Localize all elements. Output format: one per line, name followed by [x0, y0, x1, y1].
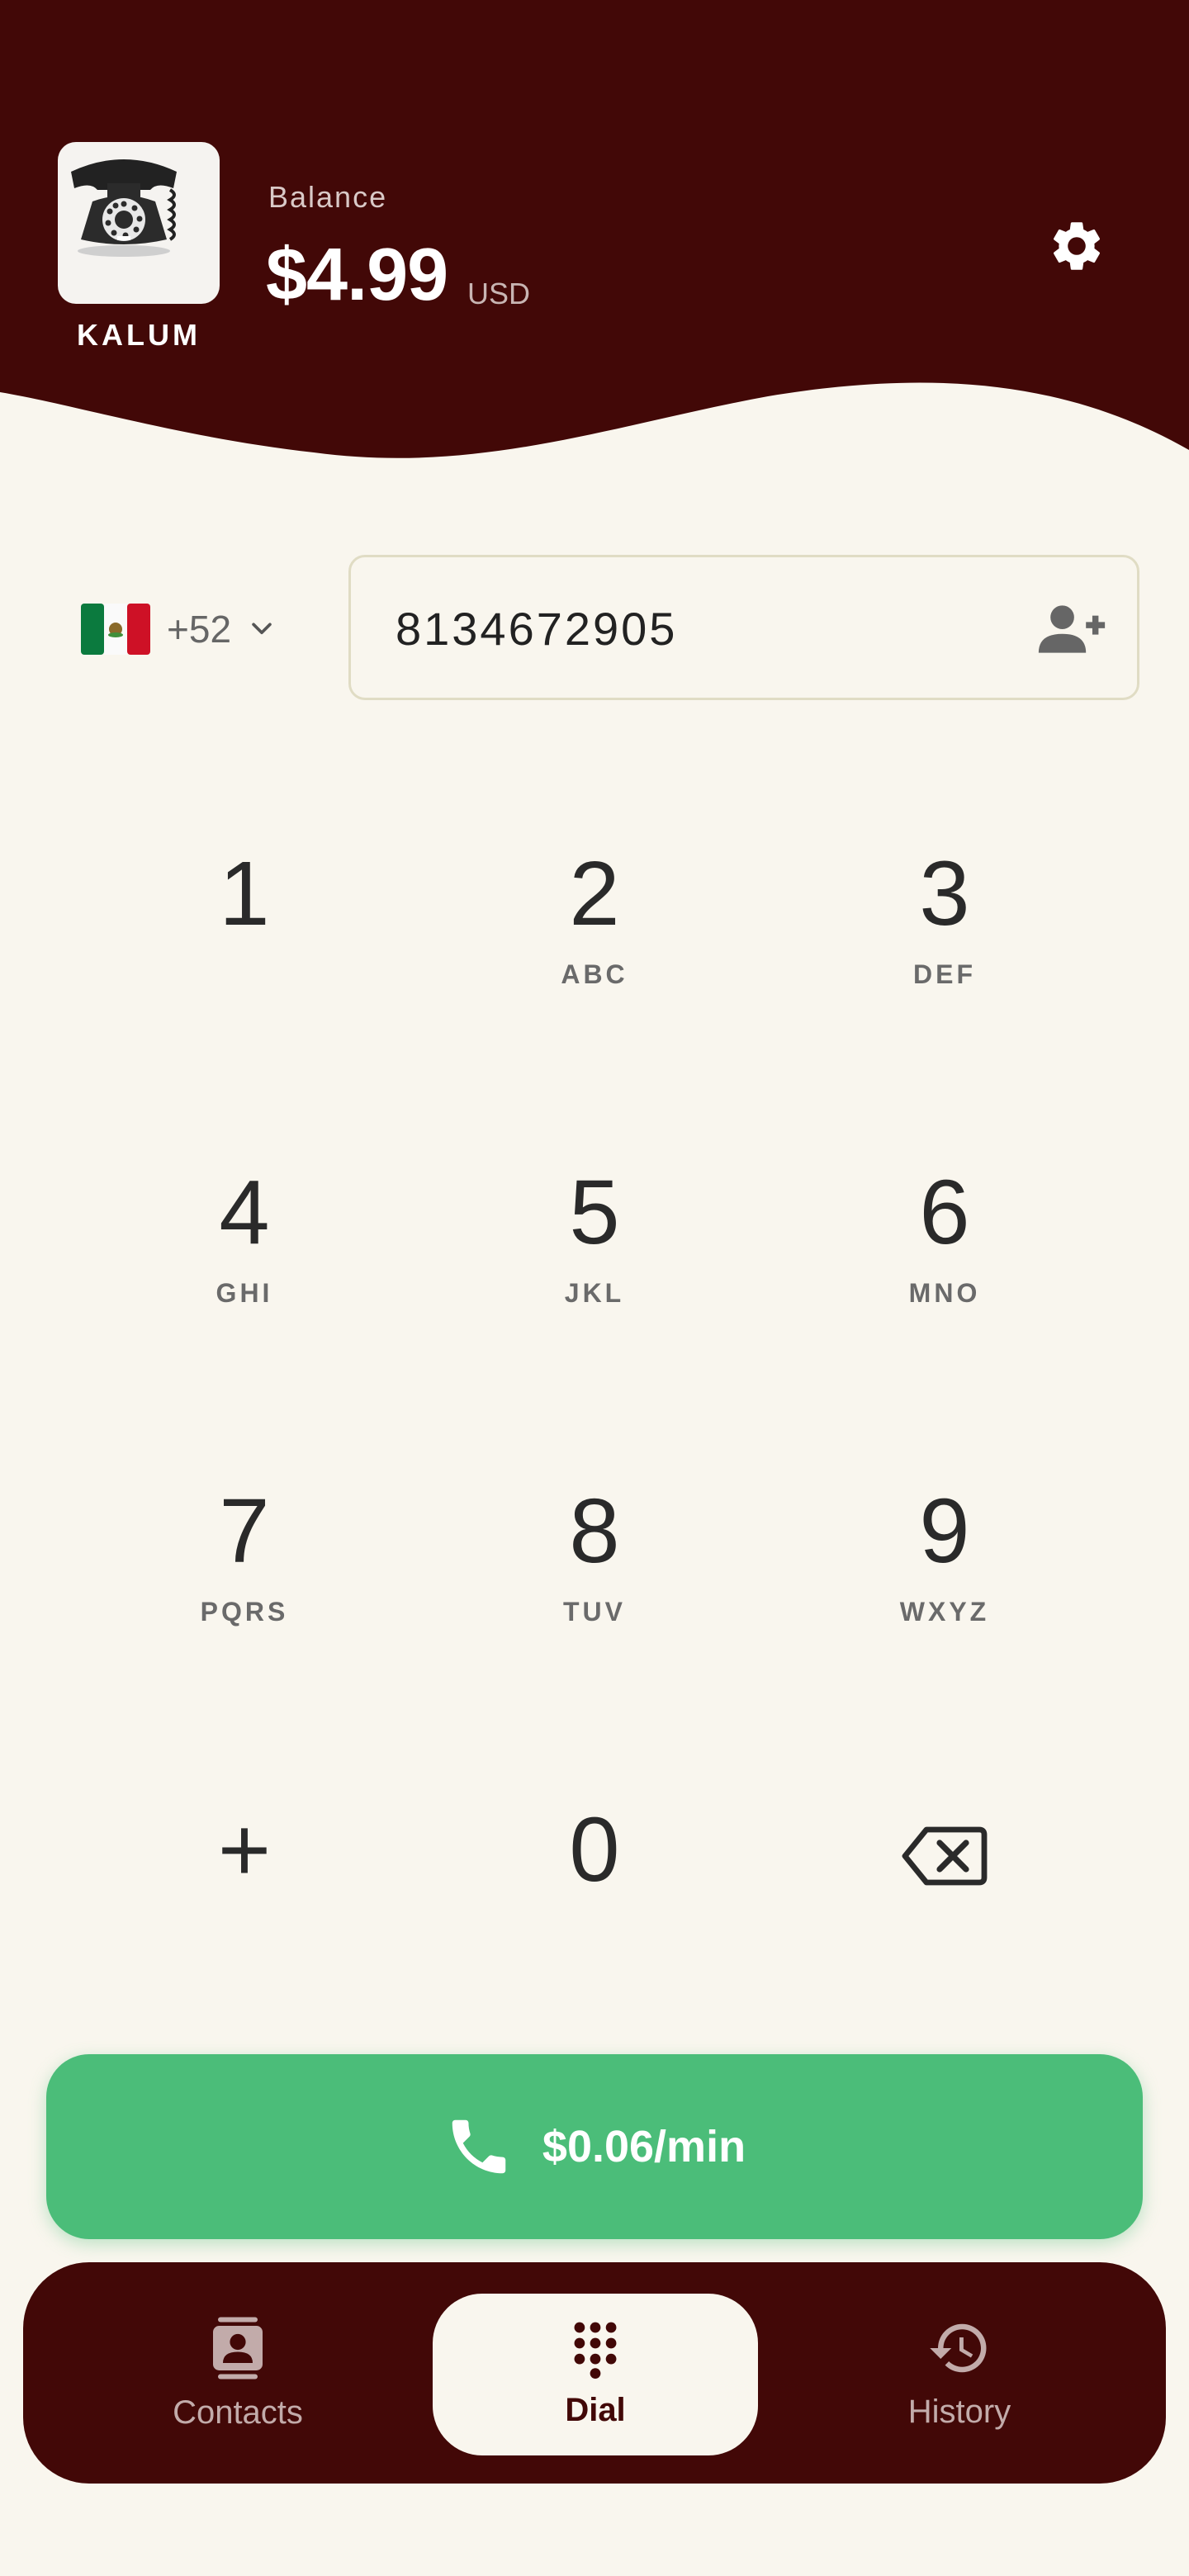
key-2[interactable]: 2 ABC	[471, 776, 718, 1007]
key-6[interactable]: 6 MNO	[821, 1095, 1068, 1326]
backspace-icon	[902, 1826, 988, 1886]
settings-button[interactable]	[1047, 216, 1121, 291]
key-8[interactable]: 8 TUV	[471, 1413, 718, 1645]
nav-dial-content: Dial	[433, 2294, 758, 2455]
balance-amount: $4.99	[266, 234, 448, 316]
key-digit: 1	[219, 843, 270, 945]
contacts-icon	[213, 2317, 263, 2379]
nav-history[interactable]: History	[852, 2262, 1067, 2484]
rotary-phone-icon	[71, 159, 177, 257]
key-letters: JKL	[564, 1278, 625, 1308]
key-digit: 6	[919, 1162, 970, 1263]
country-picker[interactable]: +52	[81, 594, 276, 664]
dialpad-icon	[574, 2322, 617, 2379]
country-code: +52	[167, 608, 232, 651]
nav-history-label: History	[907, 2393, 1011, 2430]
nav-dial[interactable]: Dial	[433, 2294, 758, 2455]
key-digit: 9	[919, 1480, 970, 1582]
key-letters: WXYZ	[899, 1597, 990, 1627]
key-plus[interactable]: +	[121, 1732, 368, 1963]
app-logo	[58, 142, 220, 304]
key-digit: 5	[569, 1162, 620, 1263]
nav-contacts-label: Contacts	[173, 2394, 303, 2431]
phone-icon	[452, 2119, 506, 2174]
balance-label: Balance	[268, 180, 388, 214]
key-letters: PQRS	[200, 1597, 289, 1627]
nav-contacts[interactable]: Contacts	[130, 2262, 345, 2484]
bottom-nav: Contacts Dial History	[23, 2262, 1166, 2484]
balance-currency: USD	[467, 277, 531, 310]
gear-icon	[1053, 222, 1101, 270]
backspace-button[interactable]	[821, 1732, 1068, 1963]
phone-number-input[interactable]: 8134672905	[348, 555, 1139, 700]
key-7[interactable]: 7 PQRS	[121, 1413, 368, 1645]
key-digit: 4	[219, 1162, 270, 1263]
key-digit: 8	[569, 1480, 620, 1582]
key-digit: 7	[219, 1480, 270, 1582]
key-digit: +	[217, 1799, 272, 1901]
key-digit: 2	[569, 843, 620, 945]
app-name: KALUM	[77, 318, 201, 352]
key-9[interactable]: 9 WXYZ	[821, 1413, 1068, 1645]
call-rate: $0.06/min	[542, 2122, 746, 2171]
key-letters: ABC	[561, 959, 628, 989]
key-4[interactable]: 4 GHI	[121, 1095, 368, 1326]
call-button[interactable]: $0.06/min	[46, 2054, 1143, 2239]
key-letters: DEF	[913, 959, 976, 989]
phone-number-value: 8134672905	[396, 603, 678, 655]
history-icon	[930, 2323, 987, 2372]
nav-dial-label: Dial	[565, 2391, 626, 2428]
key-digit: 3	[919, 843, 970, 945]
key-5[interactable]: 5 JKL	[471, 1095, 718, 1326]
add-person-icon	[1038, 605, 1106, 653]
key-0[interactable]: 0	[471, 1732, 718, 1963]
key-1[interactable]: 1	[121, 776, 368, 1007]
key-digit: 0	[569, 1799, 620, 1901]
add-contact-button[interactable]	[1036, 600, 1107, 658]
chevron-down-icon	[252, 623, 272, 635]
key-letters: GHI	[216, 1278, 273, 1308]
key-letters: MNO	[908, 1278, 981, 1308]
key-letters: TUV	[563, 1597, 626, 1627]
header: KALUM Balance $4.99 USD	[0, 0, 1189, 462]
mexico-flag-icon	[81, 604, 150, 655]
key-3[interactable]: 3 DEF	[821, 776, 1068, 1007]
